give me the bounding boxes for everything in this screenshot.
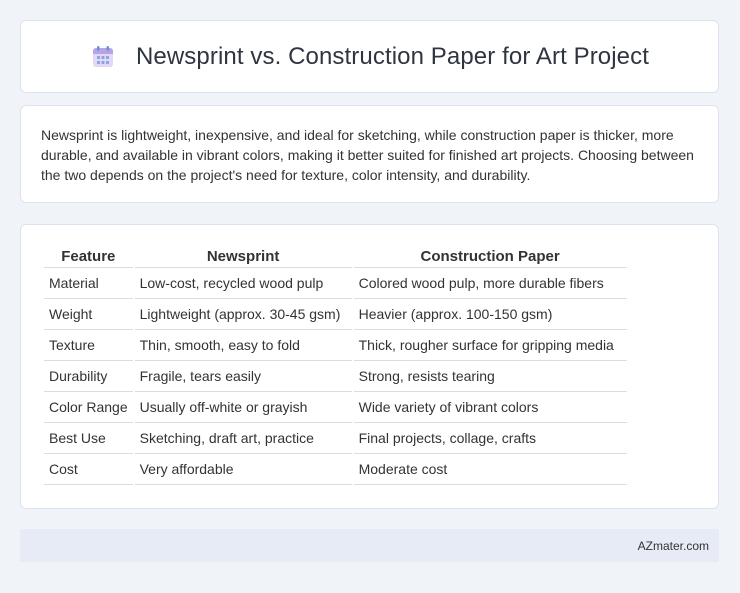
column-header-feature: Feature bbox=[44, 246, 133, 268]
newsprint-cell: Fragile, tears easily bbox=[134, 361, 352, 392]
feature-cell: Durability bbox=[44, 361, 133, 392]
table-row: Durability Fragile, tears easily Strong,… bbox=[44, 361, 627, 392]
intro-paragraph: Newsprint is lightweight, inexpensive, a… bbox=[41, 127, 694, 183]
page-title: Newsprint vs. Construction Paper for Art… bbox=[136, 42, 649, 70]
construction-paper-cell: Thick, rougher surface for gripping medi… bbox=[353, 330, 627, 361]
title-card: Newsprint vs. Construction Paper for Art… bbox=[20, 20, 719, 93]
comparison-table: Feature Newsprint Construction Paper Mat… bbox=[42, 246, 629, 485]
feature-cell: Best Use bbox=[44, 423, 133, 454]
newsprint-cell: Thin, smooth, easy to fold bbox=[134, 330, 352, 361]
construction-paper-cell: Colored wood pulp, more durable fibers bbox=[353, 268, 627, 299]
newsprint-cell: Sketching, draft art, practice bbox=[134, 423, 352, 454]
construction-paper-cell: Heavier (approx. 100-150 gsm) bbox=[353, 299, 627, 330]
footer-site-label: AZmater.com bbox=[637, 539, 709, 553]
table-header-row: Feature Newsprint Construction Paper bbox=[44, 246, 627, 268]
table-row: Weight Lightweight (approx. 30-45 gsm) H… bbox=[44, 299, 627, 330]
calendar-icon bbox=[93, 45, 113, 67]
column-header-construction-paper: Construction Paper bbox=[353, 246, 627, 268]
table-row: Cost Very affordable Moderate cost bbox=[44, 454, 627, 485]
comparison-card: Feature Newsprint Construction Paper Mat… bbox=[20, 224, 719, 509]
newsprint-cell: Usually off-white or grayish bbox=[134, 392, 352, 423]
table-row: Texture Thin, smooth, easy to fold Thick… bbox=[44, 330, 627, 361]
column-header-newsprint: Newsprint bbox=[134, 246, 352, 268]
construction-paper-cell: Final projects, collage, crafts bbox=[353, 423, 627, 454]
construction-paper-cell: Wide variety of vibrant colors bbox=[353, 392, 627, 423]
title-row: Newsprint vs. Construction Paper for Art… bbox=[90, 43, 649, 71]
construction-paper-cell: Moderate cost bbox=[353, 454, 627, 485]
feature-cell: Color Range bbox=[44, 392, 133, 423]
table-row: Color Range Usually off-white or grayish… bbox=[44, 392, 627, 423]
newsprint-cell: Lightweight (approx. 30-45 gsm) bbox=[134, 299, 352, 330]
footer-bar: AZmater.com bbox=[20, 529, 719, 562]
table-row: Best Use Sketching, draft art, practice … bbox=[44, 423, 627, 454]
intro-card: Newsprint is lightweight, inexpensive, a… bbox=[20, 105, 719, 203]
feature-cell: Cost bbox=[44, 454, 133, 485]
table-row: Material Low-cost, recycled wood pulp Co… bbox=[44, 268, 627, 299]
newsprint-cell: Very affordable bbox=[134, 454, 352, 485]
newsprint-cell: Low-cost, recycled wood pulp bbox=[134, 268, 352, 299]
feature-cell: Weight bbox=[44, 299, 133, 330]
feature-cell: Material bbox=[44, 268, 133, 299]
feature-cell: Texture bbox=[44, 330, 133, 361]
construction-paper-cell: Strong, resists tearing bbox=[353, 361, 627, 392]
